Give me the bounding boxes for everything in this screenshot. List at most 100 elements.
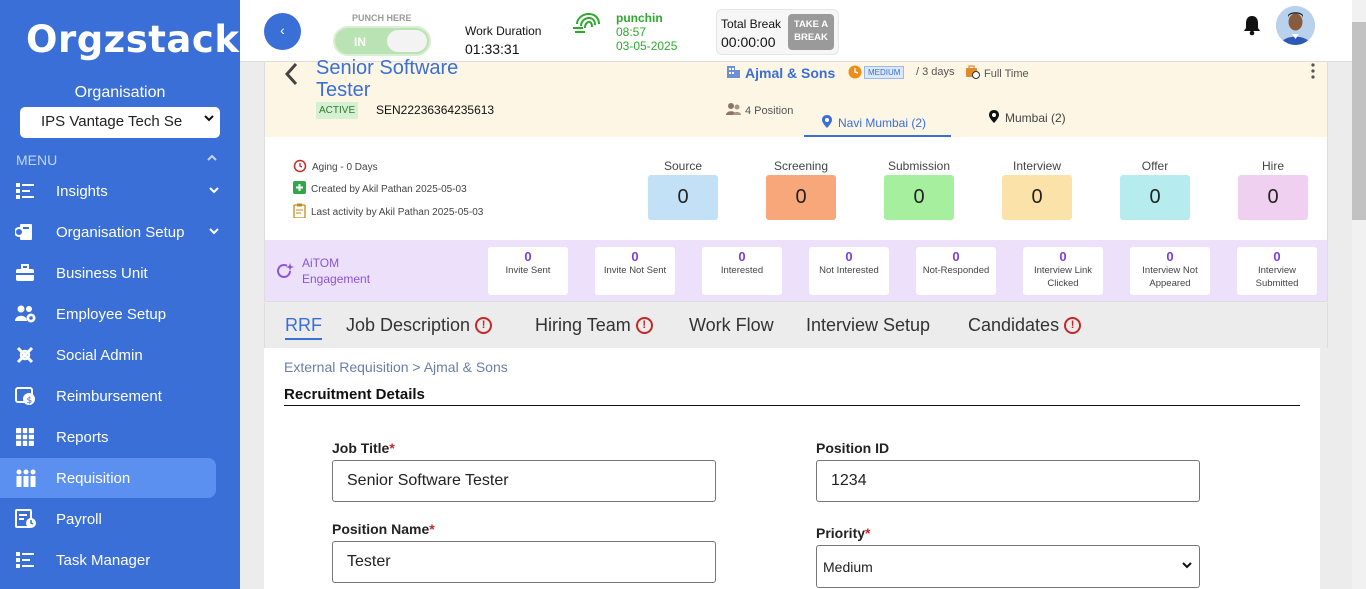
sidebar-item-business-unit[interactable]: Business Unit bbox=[0, 253, 216, 293]
stage-screening[interactable]: Screening 0 bbox=[766, 159, 836, 220]
sidebar-item-social-admin[interactable]: Social Admin bbox=[0, 335, 216, 375]
tab-candidates[interactable]: Candidates! bbox=[968, 315, 1082, 336]
sidebar-item-label: Payroll bbox=[56, 510, 102, 528]
warning-icon: ! bbox=[635, 317, 653, 334]
engagement-title-line2: Engagement bbox=[302, 272, 371, 286]
stage-count: 0 bbox=[1120, 175, 1190, 220]
bell-icon[interactable] bbox=[1242, 14, 1262, 41]
stage-count: 0 bbox=[1238, 175, 1308, 220]
aging-text: Aging - 0 Days bbox=[312, 162, 378, 173]
stage-source[interactable]: Source 0 bbox=[648, 159, 718, 220]
engagement-label: Not-Responded bbox=[922, 265, 990, 276]
back-arrow-icon[interactable] bbox=[282, 60, 302, 96]
priority-select-value: Medium bbox=[823, 559, 873, 575]
job-title-input[interactable]: Senior Software Tester bbox=[332, 460, 716, 502]
sidebar-item-employee-setup[interactable]: Employee Setup bbox=[0, 294, 216, 334]
sidebar-item-label: Insights bbox=[56, 182, 108, 200]
stage-count: 0 bbox=[1002, 175, 1072, 220]
priority-select[interactable]: Medium bbox=[816, 545, 1200, 588]
location-label: Mumbai (2) bbox=[1005, 111, 1066, 125]
sidebar-item-insights[interactable]: Insights bbox=[0, 171, 219, 211]
priority-label: Priority* bbox=[816, 525, 870, 541]
location-tab-navi-mumbai[interactable]: Navi Mumbai (2) bbox=[804, 110, 951, 137]
tab-job-description[interactable]: Job Description! bbox=[346, 315, 493, 336]
grid-icon bbox=[0, 427, 56, 447]
stage-label: Screening bbox=[773, 159, 829, 173]
stage-interview[interactable]: Interview 0 bbox=[1002, 159, 1072, 220]
position-id-input[interactable]: 1234 bbox=[816, 460, 1200, 502]
last-activity-text: Last activity by Akil Pathan 2025-05-03 bbox=[311, 206, 484, 218]
clock-icon bbox=[848, 65, 862, 84]
engagement-count: 0 bbox=[1166, 249, 1174, 264]
sidebar-item-organisation-setup[interactable]: Organisation Setup bbox=[0, 212, 219, 252]
job-title-label-text: Job Title bbox=[332, 440, 390, 456]
engagement-card[interactable]: 0 Invite Not Sent bbox=[595, 247, 675, 295]
engagement-card[interactable]: 0 Interview Link Clicked bbox=[1023, 247, 1103, 295]
engagement-card[interactable]: 0 Invite Sent bbox=[488, 247, 568, 295]
briefcase-clock-icon bbox=[965, 65, 980, 82]
social-icon bbox=[0, 345, 56, 365]
engagement-count: 0 bbox=[738, 249, 746, 264]
tab-interview-setup[interactable]: Interview Setup bbox=[806, 315, 930, 336]
chevron-left-icon: ‹ bbox=[280, 22, 285, 38]
position-name-input[interactable]: Tester bbox=[332, 541, 716, 583]
engagement-card[interactable]: 0 Interview Not Appeared bbox=[1130, 247, 1210, 295]
sidebar-item-reports[interactable]: Reports bbox=[0, 417, 216, 457]
location-tab-mumbai[interactable]: Mumbai (2) bbox=[989, 110, 1066, 126]
more-options-icon[interactable] bbox=[1310, 62, 1318, 80]
priority-badge: MEDIUM bbox=[864, 66, 905, 79]
stage-hire[interactable]: Hire 0 bbox=[1238, 159, 1308, 220]
chevron-down-icon bbox=[208, 225, 220, 240]
scrollbar-thumb[interactable] bbox=[1352, 22, 1366, 220]
sidebar: Orgzstack Organisation IPS Vantage Tech … bbox=[0, 0, 240, 589]
take-break-button[interactable]: TAKE A BREAK bbox=[788, 14, 834, 50]
job-title-label: Job Title* bbox=[332, 440, 395, 456]
tab-label: RRF bbox=[285, 315, 322, 335]
stage-offer[interactable]: Offer 0 bbox=[1120, 159, 1190, 220]
stage-submission[interactable]: Submission 0 bbox=[884, 159, 954, 220]
punch-toggle[interactable]: IN bbox=[333, 26, 431, 56]
sidebar-item-label: Reports bbox=[56, 428, 109, 446]
engagement-label: Not Interested bbox=[819, 265, 879, 276]
required-marker: * bbox=[389, 440, 395, 456]
sidebar-item-requisition[interactable]: Requisition bbox=[0, 458, 216, 498]
engagement-count: 0 bbox=[631, 249, 639, 264]
work-duration-value: 01:33:31 bbox=[465, 41, 520, 57]
engagement-label: Interview Link Clicked bbox=[1033, 265, 1093, 289]
company-name: Ajmal & Sons bbox=[726, 64, 835, 81]
engagement-card[interactable]: 0 Not-Responded bbox=[916, 247, 996, 295]
engagement-count: 0 bbox=[845, 249, 853, 264]
engagement-card[interactable]: 0 Interested bbox=[702, 247, 782, 295]
avatar[interactable] bbox=[1276, 6, 1315, 45]
people-icon bbox=[726, 102, 742, 119]
engagement-panel: AiTOM Engagement 0 Invite Sent 0 Invite Not… bbox=[264, 240, 1328, 302]
engagement-card[interactable]: 0 Interview Submitted bbox=[1237, 247, 1317, 295]
tab-rrf[interactable]: RRF bbox=[285, 315, 322, 340]
engagement-card[interactable]: 0 Not Interested bbox=[809, 247, 889, 295]
top-bar: ‹ PUNCH HERE IN Work Duration 01:33:31 p… bbox=[240, 0, 1352, 62]
sidebar-item-label: Business Unit bbox=[56, 264, 148, 282]
section-title: Recruitment Details bbox=[284, 386, 1300, 406]
sidebar-item-label: Social Admin bbox=[56, 346, 143, 364]
stage-count: 0 bbox=[766, 175, 836, 220]
pipeline-stats: Aging - 0 Days Created by Akil Pathan 20… bbox=[264, 137, 1328, 240]
back-button[interactable]: ‹ bbox=[264, 13, 301, 50]
organisation-label: Organisation bbox=[74, 84, 166, 101]
sidebar-item-reimbursement[interactable]: $ Reimbursement bbox=[0, 376, 216, 416]
chevron-up-icon[interactable] bbox=[206, 152, 218, 167]
sidebar-item-payroll[interactable]: Payroll bbox=[0, 499, 216, 539]
requisition-icon bbox=[0, 468, 56, 488]
payroll-icon bbox=[0, 509, 56, 529]
sidebar-item-task-manager[interactable]: Task Manager bbox=[0, 540, 216, 580]
tab-work-flow[interactable]: Work Flow bbox=[689, 315, 774, 336]
plus-square-icon bbox=[293, 181, 306, 197]
punchin-date: 03-05-2025 bbox=[616, 39, 678, 53]
warning-icon: ! bbox=[475, 317, 493, 334]
total-break-value: 00:00:00 bbox=[721, 34, 776, 50]
punch-toggle-text: IN bbox=[354, 35, 366, 49]
stage-label: Interview bbox=[1012, 159, 1062, 173]
tab-hiring-team[interactable]: Hiring Team! bbox=[535, 315, 653, 336]
stage-label: Offer bbox=[1141, 159, 1169, 173]
breadcrumb[interactable]: External Requisition > Ajmal & Sons bbox=[284, 359, 508, 375]
organisation-select[interactable]: IPS Vantage Tech Se bbox=[20, 107, 220, 138]
